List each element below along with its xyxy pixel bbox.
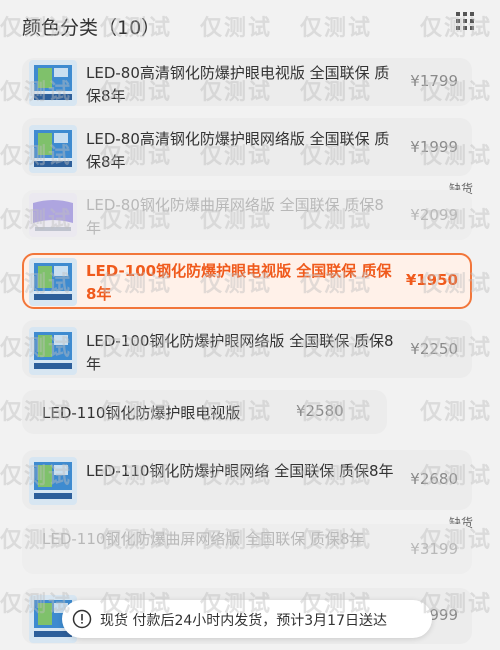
- product-thumbnail: [29, 193, 77, 237]
- color-option[interactable]: LED-80高清钢化防爆护眼电视版 全国联保 质保8年 ¥1799: [22, 58, 472, 106]
- option-price: ¥2099: [410, 206, 458, 224]
- option-name: LED-110钢化防爆护眼网络 全国联保 质保8年: [86, 462, 394, 480]
- product-thumbnail: [29, 457, 77, 505]
- product-thumbnail: [29, 60, 77, 106]
- option-name: LED-80高清钢化防爆护眼网络版 全国联保 质保8年: [86, 130, 390, 171]
- color-option[interactable]: LED-100钢化防爆护眼电视版 全国联保 质保8年 ¥1950: [22, 253, 472, 309]
- color-option[interactable]: LED-110钢化防爆护眼电视版 ¥2580: [22, 390, 387, 434]
- product-thumbnail: [29, 258, 77, 306]
- delivery-notice-text: 现货 付款后24小时内发货，预计3月17日送达: [100, 613, 387, 629]
- watermark-text: 仅测试: [420, 400, 493, 425]
- option-name: LED-80高清钢化防爆护眼电视版 全国联保 质保8年: [86, 64, 390, 105]
- option-price: ¥3199: [410, 540, 458, 558]
- color-option[interactable]: LED-100钢化防爆护眼网络版 全国联保 质保8年 ¥2250: [22, 320, 472, 378]
- option-name: LED-100钢化防爆护眼电视版 全国联保 质保8年: [86, 262, 392, 303]
- option-name: LED-100钢化防爆护眼网络版 全国联保 质保8年: [86, 332, 394, 373]
- color-option: LED-80钢化防爆曲屏网络版 全国联保 质保8年 ¥2099: [22, 190, 472, 240]
- option-price: ¥1999: [410, 138, 458, 156]
- option-price: ¥2250: [410, 340, 458, 358]
- section-title: 颜色分类（10）: [22, 17, 161, 39]
- option-price: ¥2580: [296, 402, 344, 420]
- option-name: LED-110钢化防爆曲屏网络版 全国联保 质保8年: [42, 530, 365, 548]
- header: 颜色分类（10）: [0, 0, 500, 50]
- option-price: ¥1799: [410, 72, 458, 90]
- product-thumbnail: [29, 327, 77, 375]
- option-name: LED-110钢化防爆护眼电视版: [42, 404, 241, 422]
- color-option: LED-110钢化防爆曲屏网络版 全国联保 质保8年 ¥3199: [22, 524, 472, 574]
- alert-icon: [72, 609, 92, 629]
- option-name: LED-80钢化防爆曲屏网络版 全国联保 质保8年: [86, 196, 384, 237]
- product-thumbnail: [29, 125, 77, 173]
- color-option[interactable]: LED-80高清钢化防爆护眼网络版 全国联保 质保8年 ¥1999: [22, 118, 472, 176]
- option-price: ¥1950: [405, 271, 458, 289]
- color-option[interactable]: LED-110钢化防爆护眼网络 全国联保 质保8年 ¥2680: [22, 450, 472, 510]
- delivery-notice: 现货 付款后24小时内发货，预计3月17日送达: [62, 600, 432, 638]
- grid-icon[interactable]: [454, 10, 476, 32]
- option-price: ¥2680: [410, 470, 458, 488]
